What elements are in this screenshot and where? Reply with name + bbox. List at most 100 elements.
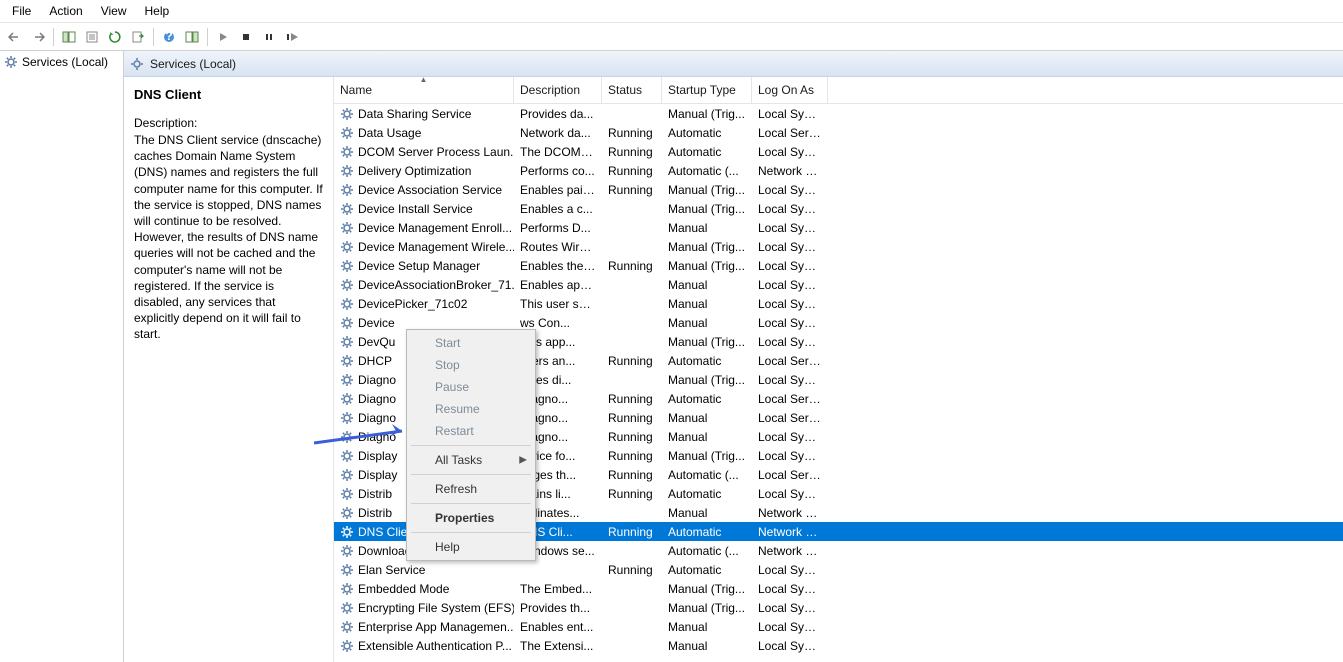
submenu-arrow-icon: ▶ <box>519 455 527 466</box>
detail-pane: DNS Client Description: The DNS Client s… <box>124 77 334 662</box>
table-row[interactable]: Elan ServiceRunningAutomaticLocal Syste.… <box>334 560 1343 579</box>
export-list-button[interactable] <box>127 26 149 48</box>
cell-startup: Manual (Trig... <box>662 448 752 464</box>
cell-logon: Local Syste... <box>752 562 828 578</box>
cell-logon: Local Service <box>752 391 828 407</box>
table-row[interactable]: DevicePicker_71c02This user ser...Manual… <box>334 294 1343 313</box>
table-row[interactable]: Data UsageNetwork da...RunningAutomaticL… <box>334 123 1343 142</box>
cell-logon: Local Service <box>752 353 828 369</box>
tab-header: Services (Local) <box>124 51 1343 77</box>
gear-icon <box>340 297 354 311</box>
refresh-button[interactable] <box>104 26 126 48</box>
table-row[interactable]: Device Association ServiceEnables pair..… <box>334 180 1343 199</box>
table-row[interactable]: Encrypting File System (EFS)Provides th.… <box>334 598 1343 617</box>
restart-service-button[interactable] <box>281 26 303 48</box>
col-description[interactable]: Description <box>514 77 602 103</box>
cell-name: DevicePicker_71c02 <box>334 296 514 312</box>
gear-icon <box>340 373 354 387</box>
cell-status <box>602 246 662 248</box>
cell-description: Routes Wire... <box>514 239 602 255</box>
gear-icon <box>340 316 354 330</box>
table-row[interactable]: Device Management Wirele...Routes Wire..… <box>334 237 1343 256</box>
back-button[interactable] <box>4 26 26 48</box>
cell-status <box>602 341 662 343</box>
gear-icon <box>340 145 354 159</box>
cell-name: Data Sharing Service <box>334 106 514 122</box>
stop-service-button[interactable] <box>235 26 257 48</box>
list-header: Name▲ Description Status Startup Type Lo… <box>334 77 1343 104</box>
cell-logon: Local Syste... <box>752 277 828 293</box>
context-menu-help[interactable]: Help <box>409 536 533 558</box>
cell-startup: Manual (Trig... <box>662 334 752 350</box>
cell-startup: Automatic (... <box>662 467 752 483</box>
gear-icon <box>340 639 354 653</box>
cell-logon: Local Syste... <box>752 144 828 160</box>
menu-file[interactable]: File <box>4 2 39 20</box>
show-hide-tree-button[interactable] <box>58 26 80 48</box>
cell-logon: Local Syste... <box>752 638 828 654</box>
table-row[interactable]: Extensible Authentication P...The Extens… <box>334 636 1343 655</box>
cell-name: Elan Service <box>334 562 514 578</box>
context-menu-all-tasks[interactable]: All Tasks▶ <box>409 449 533 471</box>
cell-status <box>602 284 662 286</box>
sort-ascending-icon: ▲ <box>420 77 428 84</box>
cell-status <box>602 227 662 229</box>
gear-icon <box>340 582 354 596</box>
table-row[interactable]: Device Install ServiceEnables a c...Manu… <box>334 199 1343 218</box>
context-menu-stop: Stop <box>409 354 533 376</box>
col-startup-type[interactable]: Startup Type <box>662 77 752 103</box>
cell-name: DCOM Server Process Laun... <box>334 144 514 160</box>
tree-root-services[interactable]: Services (Local) <box>2 54 121 70</box>
cell-startup: Manual (Trig... <box>662 372 752 388</box>
cell-logon: Network S... <box>752 524 828 540</box>
cell-description: Network da... <box>514 125 602 141</box>
cell-startup: Automatic <box>662 353 752 369</box>
col-status[interactable]: Status <box>602 77 662 103</box>
menu-help[interactable]: Help <box>137 2 178 20</box>
cell-startup: Manual <box>662 429 752 445</box>
menu-view[interactable]: View <box>93 2 135 20</box>
cell-logon: Network S... <box>752 543 828 559</box>
show-hide-action-pane-button[interactable] <box>181 26 203 48</box>
table-row[interactable]: DeviceAssociationBroker_71...Enables app… <box>334 275 1343 294</box>
forward-button[interactable] <box>27 26 49 48</box>
menu-action[interactable]: Action <box>41 2 90 20</box>
cell-name: Device Management Wirele... <box>334 239 514 255</box>
cell-description: Provides da... <box>514 106 602 122</box>
start-service-button[interactable] <box>212 26 234 48</box>
gear-icon <box>340 449 354 463</box>
cell-name: Device Install Service <box>334 201 514 217</box>
table-row[interactable]: Data Sharing ServiceProvides da...Manual… <box>334 104 1343 123</box>
pause-service-button[interactable] <box>258 26 280 48</box>
table-row[interactable]: Enterprise App Managemen...Enables ent..… <box>334 617 1343 636</box>
table-row[interactable]: Delivery OptimizationPerforms co...Runni… <box>334 161 1343 180</box>
cell-status: Running <box>602 144 662 160</box>
cell-logon: Local Syste... <box>752 600 828 616</box>
context-menu-separator <box>411 474 531 475</box>
cell-startup: Manual <box>662 277 752 293</box>
table-row[interactable]: Device Management Enroll...Performs D...… <box>334 218 1343 237</box>
table-row[interactable]: Embedded ModeThe Embed...Manual (Trig...… <box>334 579 1343 598</box>
cell-logon: Local Syste... <box>752 258 828 274</box>
gear-icon <box>340 278 354 292</box>
gear-icon <box>340 487 354 501</box>
cell-status: Running <box>602 182 662 198</box>
cell-status <box>602 208 662 210</box>
table-row[interactable]: DCOM Server Process Laun...The DCOML...R… <box>334 142 1343 161</box>
table-row[interactable]: Device Setup ManagerEnables the ...Runni… <box>334 256 1343 275</box>
cell-startup: Automatic <box>662 125 752 141</box>
cell-startup: Automatic (... <box>662 163 752 179</box>
properties-button[interactable] <box>81 26 103 48</box>
cell-logon: Local Syste... <box>752 315 828 331</box>
cell-logon: Local Syste... <box>752 619 828 635</box>
cell-startup: Automatic <box>662 562 752 578</box>
col-log-on-as[interactable]: Log On As <box>752 77 828 103</box>
col-name[interactable]: Name▲ <box>334 77 514 103</box>
context-menu-restart: Restart <box>409 420 533 442</box>
context-menu-properties[interactable]: Properties <box>409 507 533 529</box>
help-button[interactable]: ? <box>158 26 180 48</box>
cell-status <box>602 645 662 647</box>
context-menu-refresh[interactable]: Refresh <box>409 478 533 500</box>
cell-status: Running <box>602 391 662 407</box>
svg-text:?: ? <box>165 30 172 43</box>
